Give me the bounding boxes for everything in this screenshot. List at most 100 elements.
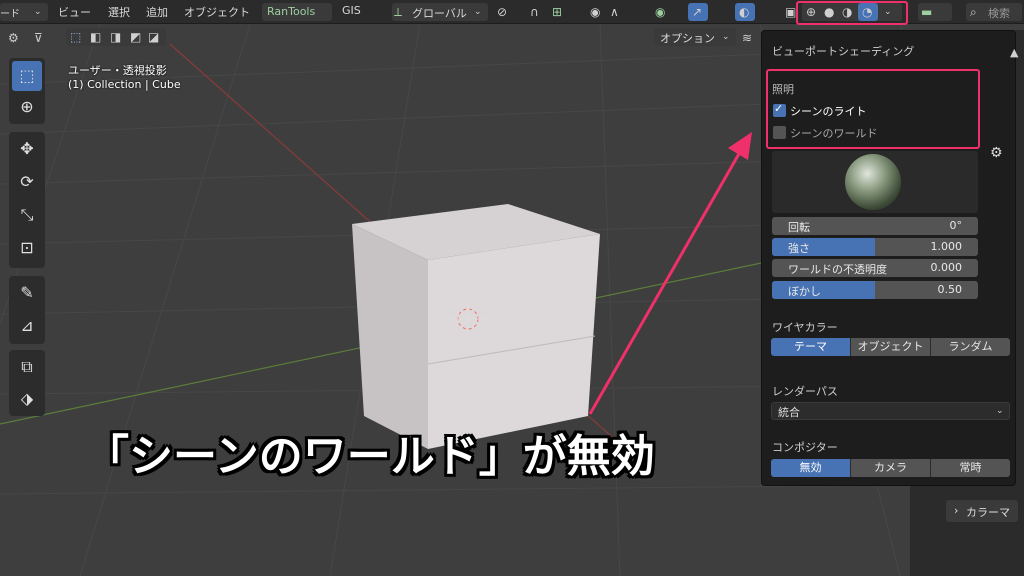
gizmo-toggle[interactable]: ↗ [688,3,708,21]
cursor-icon: ⬚ [19,66,35,85]
mouse-cursor-icon: ▲ [1010,46,1019,59]
select-extend-icon[interactable]: ◧ [90,29,101,45]
select-box-tool[interactable]: ⬚ [12,61,42,91]
overlay-options-icon[interactable]: ≋ [742,30,752,46]
search-field[interactable]: ⌕ 検索 [966,3,1022,21]
render-pass-title: レンダーパス [772,385,838,398]
compositor-always[interactable]: 常時 [931,459,1010,477]
add-cube-tool[interactable]: ⧉ [12,352,42,382]
annotate-tool[interactable]: ✎ [12,278,42,308]
select-mode-group[interactable]: ⬚ ◧ ◨ ◩ ◪ [66,28,166,46]
orientation-icon: ⟂ [394,5,403,19]
move-icon: ✥ [20,139,34,158]
wire-color-object[interactable]: オブジェクト [851,338,931,356]
toolbar-transform-group: ✥ ⟳ ⤡ ⊡ [9,132,45,268]
hdri-sphere [845,154,901,210]
mode-dropdown[interactable]: モード ⌄ [0,3,48,21]
toolbar-annotate-group: ✎ ⊿ [9,276,45,344]
overlay-toggle[interactable]: ◐ [735,3,755,21]
color-management-section[interactable]: › カラーマ [946,500,1018,522]
search-placeholder: 検索 [988,7,1010,20]
transform-orientation-dropdown[interactable]: ⟂ グローバル ⌄ [392,3,488,21]
measure-tool[interactable]: ⊿ [12,311,42,341]
search-icon: ⌕ [970,5,977,19]
rantools-label: RanTools [267,5,316,18]
gizmo-icon: ↗ [692,5,703,19]
wire-color-title: ワイヤカラー [772,321,838,334]
compositor-camera[interactable]: カメラ [851,459,931,477]
chevron-right-icon: › [954,504,959,517]
snap-target-icon[interactable]: ⊞ [552,4,562,20]
viewport-header: モード ⌄ ビュー 選択 追加 オブジェクト RanTools GIS ⟂ グロ… [0,0,1024,25]
gis-menu[interactable]: GIS [342,4,361,17]
compositor-disabled[interactable]: 無効 [771,459,851,477]
hdri-preview[interactable] [772,151,978,213]
scale-tool[interactable]: ⤡ [12,200,42,230]
wire-color-theme[interactable]: テーマ [771,338,851,356]
compositor-options: 無効 カメラ 常時 [771,459,1010,477]
blur-value: 0.50 [937,283,963,296]
ruler-icon: ⊿ [20,316,34,335]
transform-tool[interactable]: ⊡ [12,233,42,263]
select-subtract-icon[interactable]: ◨ [110,29,121,45]
snap-icon[interactable]: ∩ [530,4,539,20]
custom-tool-icon: ⬗ [20,389,34,408]
shading-highlight-box [796,1,908,25]
chevron-down-icon: ⌄ [996,406,1004,416]
proportional-edit-icon[interactable]: ◉ [590,4,600,20]
gear-icon[interactable]: ⚙ [990,145,1003,161]
menu-object[interactable]: オブジェクト [184,4,250,20]
menu-view[interactable]: ビュー [58,4,91,20]
render-pass-dropdown[interactable]: 統合 ⌄ [771,402,1010,420]
select-intersect-icon[interactable]: ◪ [148,29,159,45]
strength-value: 1.000 [930,240,963,253]
cursor-tool[interactable]: ⊕ [12,92,42,122]
toggle-icon: ▬ [921,5,933,19]
gear-icon[interactable]: ⚙ [8,30,19,46]
falloff-icon[interactable]: ∧ [610,4,619,20]
rotate-tool[interactable]: ⟳ [12,167,42,197]
compositor-title: コンポジター [772,441,838,454]
render-pass-value: 統合 [778,406,800,419]
wire-color-random[interactable]: ランダム [931,338,1010,356]
editor-toggle[interactable]: ▬ [918,3,952,21]
xray-icon[interactable]: ▣ [785,4,796,20]
pivot-icon[interactable]: ⊘ [497,4,507,20]
rotation-slider[interactable]: 回転 0° [772,217,978,235]
world-opacity-slider[interactable]: ワールドの不透明度 0.000 [772,259,978,277]
options-label: オプション [660,32,715,45]
arrow-line [588,151,742,415]
chevron-down-icon: ⌄ [722,32,730,42]
rotation-value: 0° [949,219,963,232]
overlay-icon: ◐ [739,5,750,19]
scale-icon: ⤡ [20,205,34,224]
rotate-icon: ⟳ [20,172,34,191]
world-opacity-label: ワールドの不透明度 [788,263,887,276]
rotation-label: 回転 [788,221,810,234]
select-invert-icon[interactable]: ◩ [130,29,141,45]
blur-label: ぼかし [788,285,821,298]
transform-icon: ⊡ [20,238,34,257]
move-tool[interactable]: ✥ [12,134,42,164]
menu-select[interactable]: 選択 [108,4,130,20]
filter-icon[interactable]: ⊽ [34,30,43,46]
lighting-highlight-box [766,69,980,149]
toolbar-select-group: ⬚ ⊕ [9,58,45,124]
wire-color-options: テーマ オブジェクト ランダム [771,338,1010,356]
menu-add[interactable]: 追加 [146,4,168,20]
strength-slider[interactable]: 強さ 1.000 [772,238,978,256]
world-opacity-value: 0.000 [930,261,963,274]
color-management-label: カラーマ [966,506,1010,519]
blur-slider[interactable]: ぼかし 0.50 [772,281,978,299]
add-cube-icon: ⧉ [21,357,33,376]
chevron-down-icon: ⌄ [34,7,42,17]
chevron-down-icon: ⌄ [474,7,482,17]
custom-tool[interactable]: ⬗ [12,384,42,414]
visibility-icon[interactable]: ◉ [655,4,665,20]
strength-label: 強さ [788,242,810,255]
rantools-menu[interactable]: RanTools [262,3,332,21]
pencil-icon: ✎ [20,283,34,302]
select-box-icon[interactable]: ⬚ [70,29,81,45]
options-dropdown[interactable]: オプション ⌄ [654,28,736,46]
cube [352,204,600,449]
